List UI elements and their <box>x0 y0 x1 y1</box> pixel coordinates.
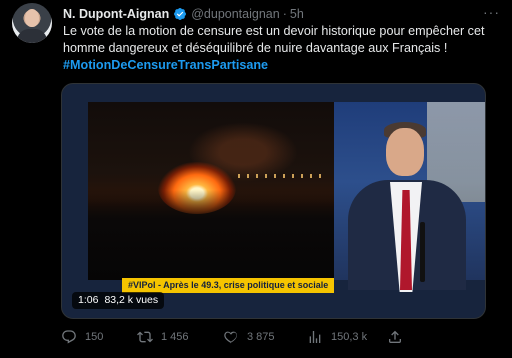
retweet-icon <box>137 331 153 343</box>
verified-badge-icon <box>174 8 187 20</box>
like-button[interactable]: 3 875 <box>223 328 275 346</box>
retweet-button[interactable]: 1 456 <box>137 328 189 346</box>
video-frame-studio <box>334 102 485 292</box>
video-frame-fire-scene <box>88 102 334 280</box>
video-duration: 1:06 <box>78 294 99 306</box>
avatar-suit <box>17 29 47 43</box>
avatar-face <box>25 9 39 27</box>
share-icon <box>389 330 401 343</box>
presenter-head <box>386 128 424 176</box>
separator-dot: · <box>282 7 287 21</box>
views-count: 150,3 k <box>331 331 368 343</box>
views-button[interactable]: 150,3 k <box>307 328 367 346</box>
video-player[interactable]: #VIPol - Après le 49.3, crise politique … <box>61 83 486 319</box>
avatar[interactable] <box>12 3 52 43</box>
reply-count: 150 <box>85 331 104 343</box>
city-lights <box>238 174 328 178</box>
handle[interactable]: @dupontaignan <box>191 7 279 21</box>
views-icon <box>309 331 321 343</box>
hashtag-link[interactable]: #MotionDeCensureTransPartisane <box>63 57 268 74</box>
display-name[interactable]: N. Dupont-Aignan <box>63 7 169 21</box>
video-views: 83,2 k vues <box>104 294 159 306</box>
tweet[interactable]: N. Dupont-Aignan @dupontaignan · 5h ··· … <box>0 0 512 358</box>
tweet-text: Le vote de la motion de censure est un d… <box>63 24 485 55</box>
reply-icon <box>62 330 76 344</box>
like-icon <box>224 331 237 344</box>
timestamp[interactable]: 5h <box>290 7 304 21</box>
reply-button[interactable]: 150 <box>61 328 103 346</box>
retweet-count: 1 456 <box>161 331 189 343</box>
like-count: 3 875 <box>247 331 275 343</box>
tweet-header: N. Dupont-Aignan @dupontaignan · 5h <box>63 5 304 23</box>
video-duration-views: 1:06 83,2 k vues <box>72 292 165 309</box>
share-button[interactable] <box>387 328 411 346</box>
news-banner: #VIPol - Après le 49.3, crise politique … <box>122 278 335 293</box>
more-icon[interactable]: ··· <box>483 4 500 20</box>
microphone <box>420 222 425 282</box>
crowd <box>88 190 334 280</box>
action-bar: 150 1 456 3 875 150,3 k <box>61 328 501 346</box>
